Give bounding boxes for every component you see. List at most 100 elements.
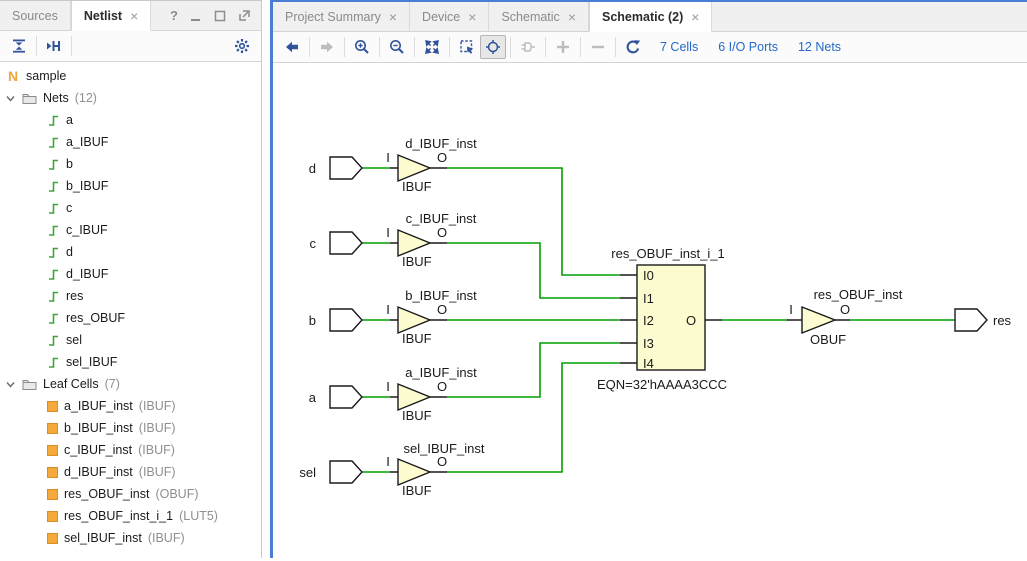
remove-button[interactable] bbox=[585, 35, 611, 59]
close-icon[interactable]: × bbox=[130, 9, 138, 23]
zoom-out-icon bbox=[389, 39, 405, 55]
tree-net-item[interactable]: d_IBUF bbox=[0, 263, 261, 285]
close-icon[interactable]: × bbox=[468, 10, 476, 24]
tree-cell-item[interactable]: b_IBUF_inst(IBUF) bbox=[0, 417, 261, 439]
port-sel[interactable] bbox=[330, 461, 362, 483]
zoom-out-button[interactable] bbox=[384, 35, 410, 59]
gate-c-ibuf[interactable] bbox=[398, 230, 430, 256]
float-icon[interactable] bbox=[238, 9, 251, 22]
close-icon[interactable]: × bbox=[568, 10, 576, 24]
tree-net-item[interactable]: a bbox=[0, 109, 261, 131]
close-icon[interactable]: × bbox=[691, 10, 699, 24]
zoom-fit-button[interactable] bbox=[419, 35, 445, 59]
port-a[interactable] bbox=[330, 386, 362, 408]
tree-cell-item[interactable]: c_IBUF_inst(IBUF) bbox=[0, 439, 261, 461]
cell-type: (IBUF) bbox=[148, 531, 185, 545]
tree-net-item[interactable]: res bbox=[0, 285, 261, 307]
regenerate-button[interactable] bbox=[620, 35, 646, 59]
zoom-in-icon bbox=[354, 39, 370, 55]
help-icon[interactable]: ? bbox=[170, 8, 178, 23]
port-c[interactable] bbox=[330, 232, 362, 254]
tab-netlist[interactable]: Netlist × bbox=[71, 1, 151, 31]
tree-net-item[interactable]: c bbox=[0, 197, 261, 219]
tree-net-item[interactable]: res_OBUF bbox=[0, 307, 261, 329]
gate-b-ibuf[interactable] bbox=[398, 307, 430, 333]
close-icon[interactable]: × bbox=[389, 10, 397, 24]
tab-device[interactable]: Device × bbox=[410, 2, 489, 31]
minimize-icon[interactable] bbox=[190, 10, 202, 22]
nets-group-label: Nets bbox=[43, 91, 69, 105]
forward-button[interactable] bbox=[314, 35, 340, 59]
tree-cell-item[interactable]: sel_IBUF_inst (IBUF) bbox=[0, 527, 261, 549]
tab-schematic[interactable]: Schematic × bbox=[489, 2, 589, 31]
zoom-in-button[interactable] bbox=[349, 35, 375, 59]
cell-label: sel_IBUF_inst bbox=[64, 531, 142, 545]
tree-cell-item[interactable]: res_OBUF_inst_i_1(LUT5) bbox=[0, 505, 261, 527]
settings-button[interactable] bbox=[229, 34, 255, 58]
instance-label: d_IBUF_inst bbox=[405, 136, 477, 151]
tree-net-item[interactable]: sel bbox=[0, 329, 261, 351]
tab-schematic-2[interactable]: Schematic (2) × bbox=[589, 2, 712, 32]
chevron-down-icon[interactable] bbox=[5, 93, 16, 104]
expand-cone-button[interactable] bbox=[515, 35, 541, 59]
document-tabbar: Project Summary × Device × Schematic × S… bbox=[273, 2, 1027, 32]
add-button[interactable] bbox=[550, 35, 576, 59]
cell-type: (IBUF) bbox=[139, 399, 176, 413]
nets-count-link[interactable]: 12 Nets bbox=[798, 40, 841, 54]
tab-netlist-label: Netlist bbox=[84, 9, 122, 23]
regenerate-icon bbox=[625, 39, 641, 55]
tree-cell-item[interactable]: d_IBUF_inst(IBUF) bbox=[0, 461, 261, 483]
expand-netlist-icon bbox=[46, 38, 62, 54]
tree-net-item[interactable]: c_IBUF bbox=[0, 219, 261, 241]
net-icon bbox=[47, 136, 60, 149]
port-d[interactable] bbox=[330, 157, 362, 179]
tree-root-label: sample bbox=[26, 69, 66, 83]
port-res[interactable] bbox=[955, 309, 987, 331]
tree-cell-item[interactable]: a_IBUF_inst(IBUF) bbox=[0, 395, 261, 417]
autofit-selection-button[interactable] bbox=[480, 35, 506, 59]
cells-count-link[interactable]: 7 Cells bbox=[660, 40, 698, 54]
collapse-all-button[interactable] bbox=[6, 34, 32, 58]
tab-label: Schematic (2) bbox=[602, 10, 683, 24]
pin-out-label: O bbox=[437, 150, 447, 165]
net-icon bbox=[47, 356, 60, 369]
tab-sources[interactable]: Sources bbox=[0, 1, 71, 30]
tree-cell-item[interactable]: res_OBUF_inst(OBUF) bbox=[0, 483, 261, 505]
chevron-down-icon[interactable] bbox=[5, 379, 16, 390]
tree-net-item[interactable]: sel_IBUF bbox=[0, 351, 261, 373]
back-button[interactable] bbox=[279, 35, 305, 59]
port-b[interactable] bbox=[330, 309, 362, 331]
pin-out-label: O bbox=[437, 302, 447, 317]
io-ports-count-link[interactable]: 6 I/O Ports bbox=[718, 40, 778, 54]
maximize-icon[interactable] bbox=[214, 10, 226, 22]
net-wire-sel[interactable] bbox=[362, 363, 620, 472]
net-wire-d[interactable] bbox=[362, 168, 620, 275]
net-icon bbox=[47, 158, 60, 171]
gate-d-ibuf[interactable] bbox=[398, 155, 430, 181]
net-label: a bbox=[66, 113, 73, 127]
gate-res-obuf[interactable] bbox=[802, 307, 835, 333]
schematic-canvas[interactable]: d I d_IBUF_inst O IBUF c I c_IBUF_inst O… bbox=[273, 63, 1027, 558]
zoom-to-selection-button[interactable] bbox=[454, 35, 480, 59]
tree-net-item[interactable]: a_IBUF bbox=[0, 131, 261, 153]
type-label: IBUF bbox=[402, 408, 432, 423]
net-icon bbox=[47, 180, 60, 193]
toolbar-divider bbox=[615, 37, 616, 57]
tree-root-sample[interactable]: N sample bbox=[0, 65, 261, 87]
pin-label: I0 bbox=[643, 268, 654, 283]
tree-group-nets[interactable]: Nets (12) bbox=[0, 87, 261, 109]
gate-a-ibuf[interactable] bbox=[398, 384, 430, 410]
schematic-toolbar: 7 Cells 6 I/O Ports 12 Nets bbox=[273, 32, 1027, 63]
pin-in-label: I bbox=[386, 302, 390, 317]
gate-sel-ibuf[interactable] bbox=[398, 459, 430, 485]
instance-label: res_OBUF_inst bbox=[814, 287, 903, 302]
instance-label: res_OBUF_inst_i_1 bbox=[611, 246, 724, 261]
remove-icon bbox=[590, 39, 606, 55]
tab-project-summary[interactable]: Project Summary × bbox=[273, 2, 410, 31]
expand-netlist-button[interactable] bbox=[41, 34, 67, 58]
tree-net-item[interactable]: b bbox=[0, 153, 261, 175]
tree-net-item[interactable]: d bbox=[0, 241, 261, 263]
tree-net-item[interactable]: b_IBUF bbox=[0, 175, 261, 197]
net-label: c_IBUF bbox=[66, 223, 108, 237]
tree-group-leaf-cells[interactable]: Leaf Cells (7) bbox=[0, 373, 261, 395]
